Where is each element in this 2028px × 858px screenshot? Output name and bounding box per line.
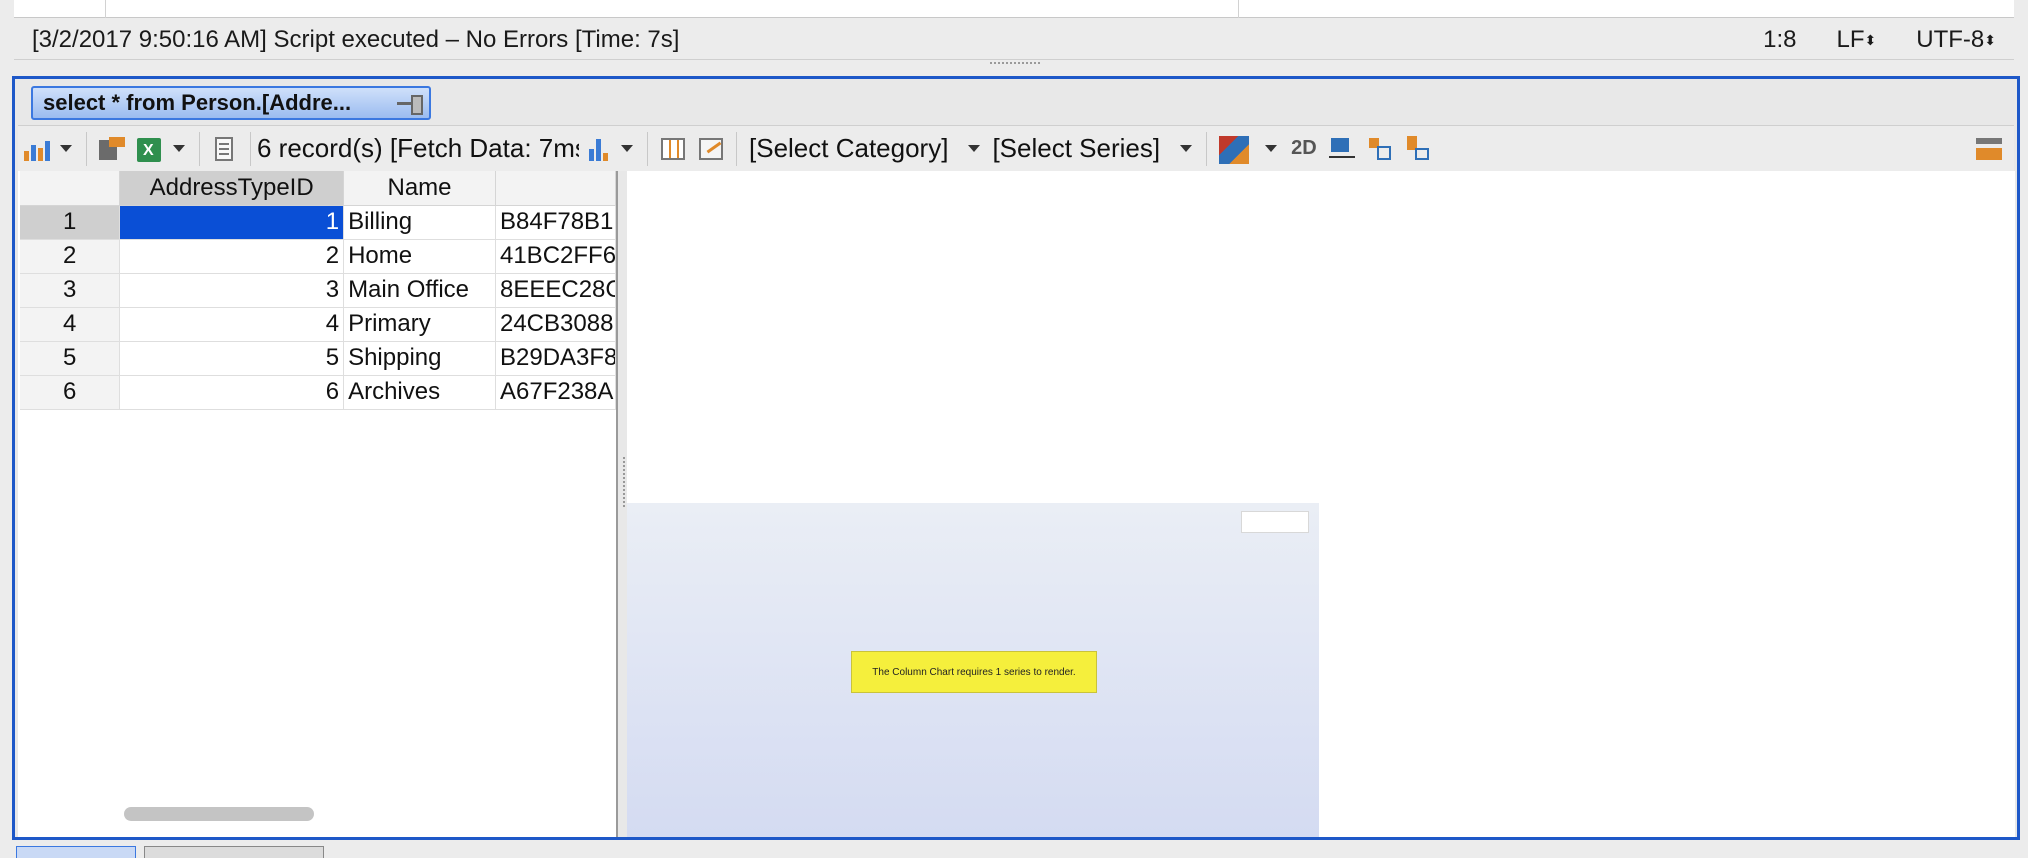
chevron-down-icon[interactable]	[968, 145, 981, 152]
result-tab-title: select * from Person.[Addre...	[43, 90, 352, 115]
table-row[interactable]: 5 5 Shipping B29DA3F8	[20, 341, 617, 376]
chevron-down-icon[interactable]	[621, 145, 633, 152]
cell-addresstypeid[interactable]: 1	[119, 205, 345, 240]
horizontal-scrollbar[interactable]	[124, 807, 314, 821]
excel-export-icon[interactable]: X	[135, 134, 165, 164]
cell-addresstypeid[interactable]: 3	[119, 273, 345, 308]
up-down-icon: ⬍	[1984, 32, 1996, 49]
row-number[interactable]: 3	[20, 273, 121, 308]
legend-icon[interactable]	[1365, 134, 1395, 164]
cell-rowguid[interactable]: 41BC2FF6	[495, 239, 617, 274]
cell-name[interactable]: Home	[343, 239, 496, 274]
grid-cell	[14, 0, 106, 18]
chart-canvas: The Column Chart requires 1 series to re…	[627, 503, 1319, 837]
panel-layout-icon[interactable]	[1974, 134, 2004, 164]
row-number[interactable]: 4	[20, 307, 121, 342]
previous-grid-remnant	[14, 0, 2014, 18]
table-row[interactable]: 1 1 Billing B84F78B1	[20, 205, 617, 240]
table-row[interactable]: 4 4 Primary 24CB3088	[20, 307, 617, 342]
status-bar: [3/2/2017 9:50:16 AM] Script executed – …	[14, 18, 2014, 60]
cell-rowguid[interactable]: B84F78B1	[495, 205, 617, 240]
column-header-addresstypeid[interactable]: AddressTypeID	[119, 171, 345, 206]
up-down-icon: ⬍	[1864, 32, 1877, 49]
row-number-header[interactable]	[20, 171, 121, 206]
header-row: AddressTypeID Name	[20, 171, 617, 206]
cell-rowguid[interactable]: A67F238A	[495, 375, 617, 410]
data-labels-icon[interactable]	[1403, 134, 1433, 164]
cell-name[interactable]: Main Office	[343, 273, 496, 308]
line-ending-selector[interactable]: LF⬍	[1837, 26, 1877, 54]
chart-area: The Column Chart requires 1 series to re…	[627, 171, 2015, 837]
encoding-label: UTF-8	[1916, 26, 1985, 53]
pin-icon[interactable]	[397, 93, 423, 115]
edit-chart-icon[interactable]	[696, 134, 726, 164]
toolbar-divider	[250, 131, 251, 166]
cell-name[interactable]: Billing	[343, 205, 496, 240]
cursor-position: 1:8	[1763, 26, 1797, 53]
cell-addresstypeid[interactable]: 4	[119, 307, 345, 342]
row-number[interactable]: 6	[20, 375, 121, 410]
script-icon[interactable]	[210, 134, 240, 164]
color-palette-icon[interactable]	[1217, 134, 1251, 164]
chevron-down-icon[interactable]	[60, 145, 72, 152]
cell-addresstypeid[interactable]: 6	[119, 375, 345, 410]
column-chart-icon[interactable]	[583, 134, 613, 164]
column-header-name[interactable]: Name	[343, 171, 496, 206]
chevron-down-icon[interactable]	[1180, 145, 1193, 152]
series-select[interactable]: [Select Series]	[992, 133, 1160, 164]
bottom-tab-strip	[16, 846, 416, 858]
toolbar-divider	[199, 131, 200, 166]
cell-rowguid[interactable]: 8EEEC28C	[495, 273, 617, 308]
cell-rowguid[interactable]: B29DA3F8	[495, 341, 617, 376]
result-tab[interactable]: select * from Person.[Addre...	[31, 86, 431, 120]
export-icon[interactable]	[97, 134, 127, 164]
table-row[interactable]: 3 3 Main Office 8EEEC28C	[20, 273, 617, 308]
status-message: [3/2/2017 9:50:16 AM] Script executed – …	[32, 26, 680, 53]
axis-settings-icon[interactable]	[1327, 134, 1357, 164]
toolbar-divider	[86, 131, 87, 166]
toolbar-divider	[647, 131, 648, 166]
line-ending-label: LF	[1836, 26, 1865, 53]
result-toolbar: X 6 record(s) [Fetch Data: 7ms] [Select …	[18, 125, 2014, 171]
bottom-tab-messages[interactable]	[144, 846, 324, 858]
category-select[interactable]: [Select Category]	[749, 133, 948, 164]
table-row[interactable]: 2 2 Home 41BC2FF6	[20, 239, 617, 274]
data-table: AddressTypeID Name 1 1 Billing B84F78B1 …	[20, 171, 617, 410]
status-indicators: 1:8 LF⬍ UTF-8⬍	[1763, 26, 1996, 54]
column-header-rowguid[interactable]	[495, 171, 617, 206]
chevron-down-icon[interactable]	[173, 145, 185, 152]
row-number[interactable]: 5	[20, 341, 121, 376]
cell-name[interactable]: Shipping	[343, 341, 496, 376]
grid-divider	[1238, 0, 1239, 18]
chart-message: The Column Chart requires 1 series to re…	[851, 651, 1097, 693]
chart-wizard-icon[interactable]	[22, 134, 52, 164]
pivot-table-icon[interactable]	[658, 134, 688, 164]
mode-2d-toggle[interactable]: 2D	[1291, 137, 1317, 160]
table-row[interactable]: 6 6 Archives A67F238A	[20, 375, 617, 410]
row-number[interactable]: 2	[20, 239, 121, 274]
result-panel: select * from Person.[Addre... X 6 recor…	[12, 76, 2020, 840]
cell-addresstypeid[interactable]: 2	[119, 239, 345, 274]
toolbar-divider	[1206, 131, 1208, 166]
record-count: 6 record(s) [Fetch Data: 7ms]	[257, 133, 579, 163]
result-grid: AddressTypeID Name 1 1 Billing B84F78B1 …	[18, 171, 618, 837]
chart-legend	[1241, 511, 1309, 533]
splitter-grip[interactable]	[990, 62, 1040, 68]
chevron-down-icon[interactable]	[1265, 145, 1278, 152]
cell-name[interactable]: Archives	[343, 375, 496, 410]
encoding-selector[interactable]: UTF-8⬍	[1916, 26, 1996, 54]
cell-addresstypeid[interactable]: 5	[119, 341, 345, 376]
bottom-tab-results[interactable]	[16, 846, 136, 858]
cell-rowguid[interactable]: 24CB3088	[495, 307, 617, 342]
row-number[interactable]: 1	[20, 205, 121, 240]
cell-name[interactable]: Primary	[343, 307, 496, 342]
toolbar-divider	[736, 131, 737, 166]
